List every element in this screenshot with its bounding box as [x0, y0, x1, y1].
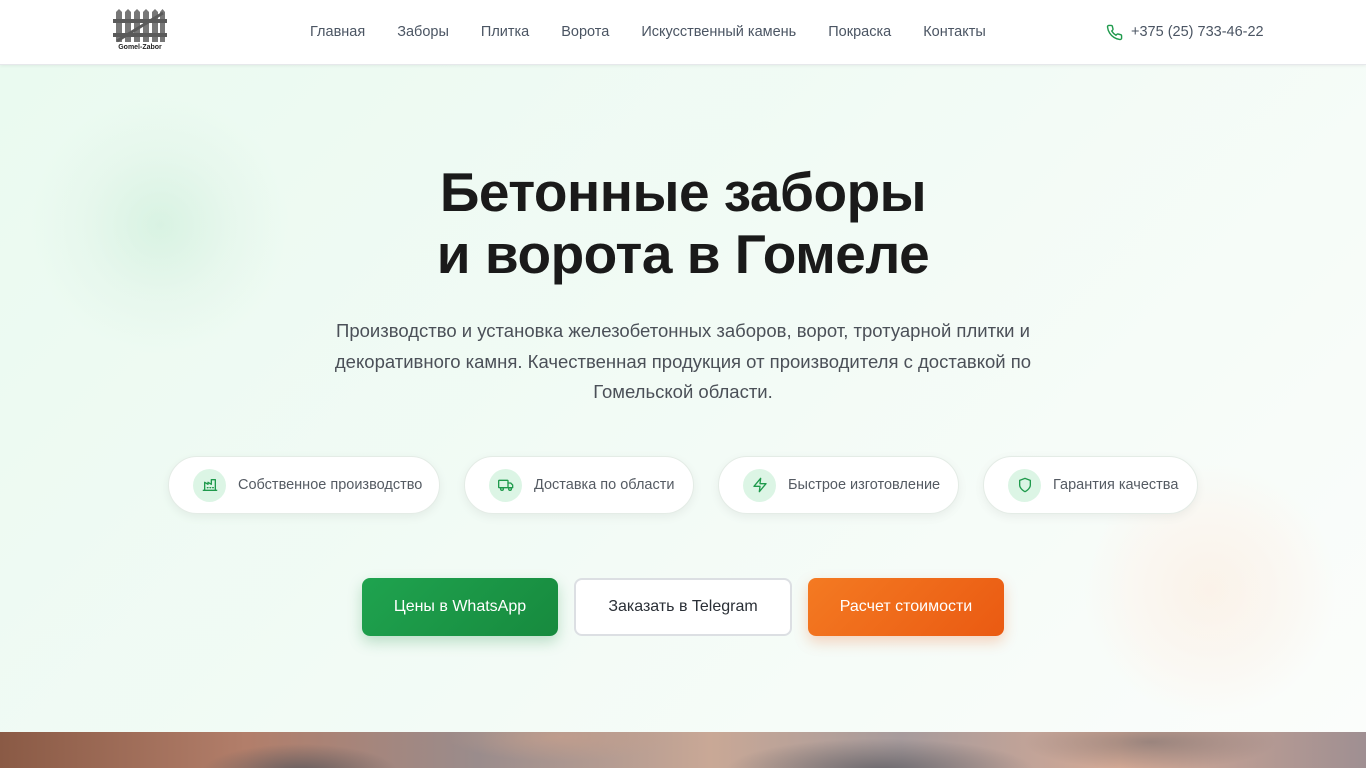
- logo-text: Gomel-Zabor: [118, 44, 162, 51]
- feature-badge-production: Собственное производство: [168, 456, 440, 514]
- feature-label: Доставка по области: [534, 477, 675, 493]
- factory-icon: [193, 468, 226, 502]
- feature-label: Собственное производство: [238, 477, 423, 493]
- feature-label: Быстрое изготовление: [788, 477, 941, 493]
- nav-item-tiles[interactable]: Плитка: [465, 0, 545, 64]
- main-nav: Главная Заборы Плитка Ворота Искусственн…: [294, 0, 1002, 64]
- hero-section: Бетонные заборы и ворота в Гомеле Произв…: [0, 65, 1366, 732]
- nav-item-gates[interactable]: Ворота: [545, 0, 625, 64]
- lightning-icon: [743, 468, 776, 502]
- whatsapp-button[interactable]: Цены в WhatsApp: [362, 578, 558, 636]
- feature-badges: Собственное производство Доставка по обл…: [0, 456, 1366, 515]
- sky-photo-banner: [0, 732, 1366, 768]
- site-logo[interactable]: Gomel-Zabor: [113, 9, 167, 55]
- nav-item-contacts[interactable]: Контакты: [907, 0, 1002, 64]
- feature-badge-delivery: Доставка по области: [464, 456, 694, 514]
- phone-link[interactable]: +375 (25) 733-46-22: [1106, 22, 1264, 42]
- hero-subtitle: Производство и установка железобетонных …: [334, 320, 1032, 402]
- calculate-cost-button[interactable]: Расчет стоимости: [808, 578, 1004, 636]
- shield-icon: [1008, 468, 1041, 502]
- nav-item-painting[interactable]: Покраска: [812, 0, 907, 64]
- feature-badge-fast: Быстрое изготовление: [718, 456, 959, 514]
- nav-item-fences[interactable]: Заборы: [381, 0, 465, 64]
- nav-item-artificial-stone[interactable]: Искусственный камень: [625, 0, 812, 64]
- phone-number: +375 (25) 733-46-22: [1131, 24, 1264, 40]
- telegram-button[interactable]: Заказать в Telegram: [574, 578, 792, 636]
- fence-logo-icon: [113, 9, 167, 43]
- page-title: Бетонные заборы и ворота в Гомеле: [0, 161, 1366, 285]
- phone-icon: [1106, 24, 1123, 40]
- truck-icon: [489, 468, 522, 502]
- site-header: Gomel-Zabor Главная Заборы Плитка Ворота…: [0, 0, 1366, 65]
- title-line-1: Бетонные заборы: [439, 161, 927, 223]
- cta-buttons: Цены в WhatsApp Заказать в Telegram Расч…: [0, 578, 1366, 636]
- feature-badge-guarantee: Гарантия качества: [983, 456, 1198, 514]
- nav-item-home[interactable]: Главная: [294, 0, 381, 64]
- title-line-2: и ворота в Гомеле: [436, 223, 930, 285]
- feature-label: Гарантия качества: [1053, 477, 1179, 493]
